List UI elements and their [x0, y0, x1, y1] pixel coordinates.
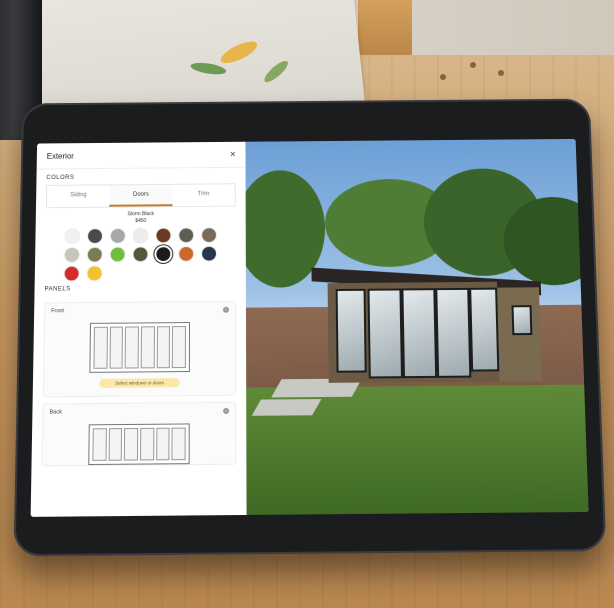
- color-swatch[interactable]: [179, 228, 194, 243]
- panel-title: Exterior: [46, 151, 74, 161]
- panel-header: Exterior ×: [36, 141, 246, 170]
- color-swatch[interactable]: [156, 228, 171, 243]
- color-swatch[interactable]: [110, 228, 125, 243]
- color-swatch[interactable]: [64, 247, 79, 262]
- door-glass: [435, 287, 472, 378]
- magazine-leaf: [189, 60, 228, 77]
- tab-doors[interactable]: Doors: [109, 184, 173, 207]
- table-hole: [440, 74, 446, 80]
- panel-cell[interactable]: [172, 326, 186, 369]
- color-swatch[interactable]: [133, 247, 148, 262]
- panel-cell[interactable]: [124, 427, 139, 461]
- info-icon[interactable]: i: [223, 407, 230, 415]
- back-panel-card[interactable]: Back i: [41, 401, 237, 467]
- tab-siding[interactable]: Siding: [47, 185, 110, 207]
- tab-trim[interactable]: Trim: [172, 184, 235, 206]
- door-glass: [401, 288, 438, 379]
- color-swatch[interactable]: [87, 247, 102, 262]
- panel-cell[interactable]: [92, 428, 107, 461]
- color-swatch-grid: [35, 228, 246, 281]
- color-swatch[interactable]: [110, 247, 125, 262]
- tablet-device: Exterior × COLORS Siding Doors Trim Stor…: [13, 98, 607, 557]
- color-swatch[interactable]: [133, 228, 148, 243]
- magazine-leaf: [261, 57, 291, 86]
- panel-cell[interactable]: [140, 326, 155, 369]
- info-icon[interactable]: i: [222, 306, 229, 313]
- color-tabs: Siding Doors Trim: [45, 183, 236, 209]
- panel-cell[interactable]: [140, 427, 155, 461]
- close-icon[interactable]: ×: [230, 149, 236, 160]
- color-swatch[interactable]: [64, 266, 79, 281]
- color-swatch[interactable]: [65, 229, 80, 244]
- color-swatch[interactable]: [87, 229, 103, 243]
- 3d-viewport[interactable]: [245, 138, 589, 515]
- panel-cell[interactable]: [156, 326, 171, 369]
- tablet-screen: Exterior × COLORS Siding Doors Trim Stor…: [30, 138, 589, 517]
- panels-section-label: PANELS: [44, 286, 71, 293]
- front-elevation-drawing[interactable]: [89, 322, 190, 373]
- studio-shed-model[interactable]: [311, 266, 542, 387]
- front-card-title: Front: [51, 308, 65, 315]
- color-swatch[interactable]: [156, 247, 171, 262]
- panel-cell[interactable]: [155, 427, 170, 461]
- color-swatch[interactable]: [202, 228, 216, 242]
- photo-scene: Exterior × COLORS Siding Doors Trim Stor…: [0, 0, 614, 608]
- selected-color-price: $450: [135, 218, 147, 225]
- select-hint-badge: Select windows or doors: [99, 378, 180, 388]
- window: [469, 287, 500, 372]
- colors-section-label: COLORS: [46, 174, 75, 182]
- table-hole: [498, 70, 504, 76]
- selected-color-info: Storm Black $450: [36, 210, 246, 225]
- panel-cell[interactable]: [93, 326, 108, 369]
- color-swatch[interactable]: [179, 246, 194, 261]
- front-panel-card[interactable]: Front i Select windows or doors: [42, 300, 237, 398]
- magazine-flower: [217, 37, 260, 68]
- color-swatch[interactable]: [87, 266, 102, 281]
- background-wood-post: [358, 0, 412, 60]
- window: [335, 288, 367, 373]
- configurator-panel: Exterior × COLORS Siding Doors Trim Stor…: [30, 141, 248, 517]
- panel-cell[interactable]: [124, 326, 139, 369]
- back-card-title: Back: [49, 409, 62, 416]
- table-hole: [470, 62, 476, 68]
- panel-cell[interactable]: [108, 428, 123, 461]
- side-window: [511, 305, 533, 336]
- color-swatch[interactable]: [202, 246, 216, 261]
- back-elevation-drawing[interactable]: [88, 423, 190, 466]
- panel-cell[interactable]: [109, 326, 124, 369]
- door-glass: [367, 288, 403, 379]
- paver-stone: [251, 399, 322, 416]
- panel-cell[interactable]: [171, 427, 186, 461]
